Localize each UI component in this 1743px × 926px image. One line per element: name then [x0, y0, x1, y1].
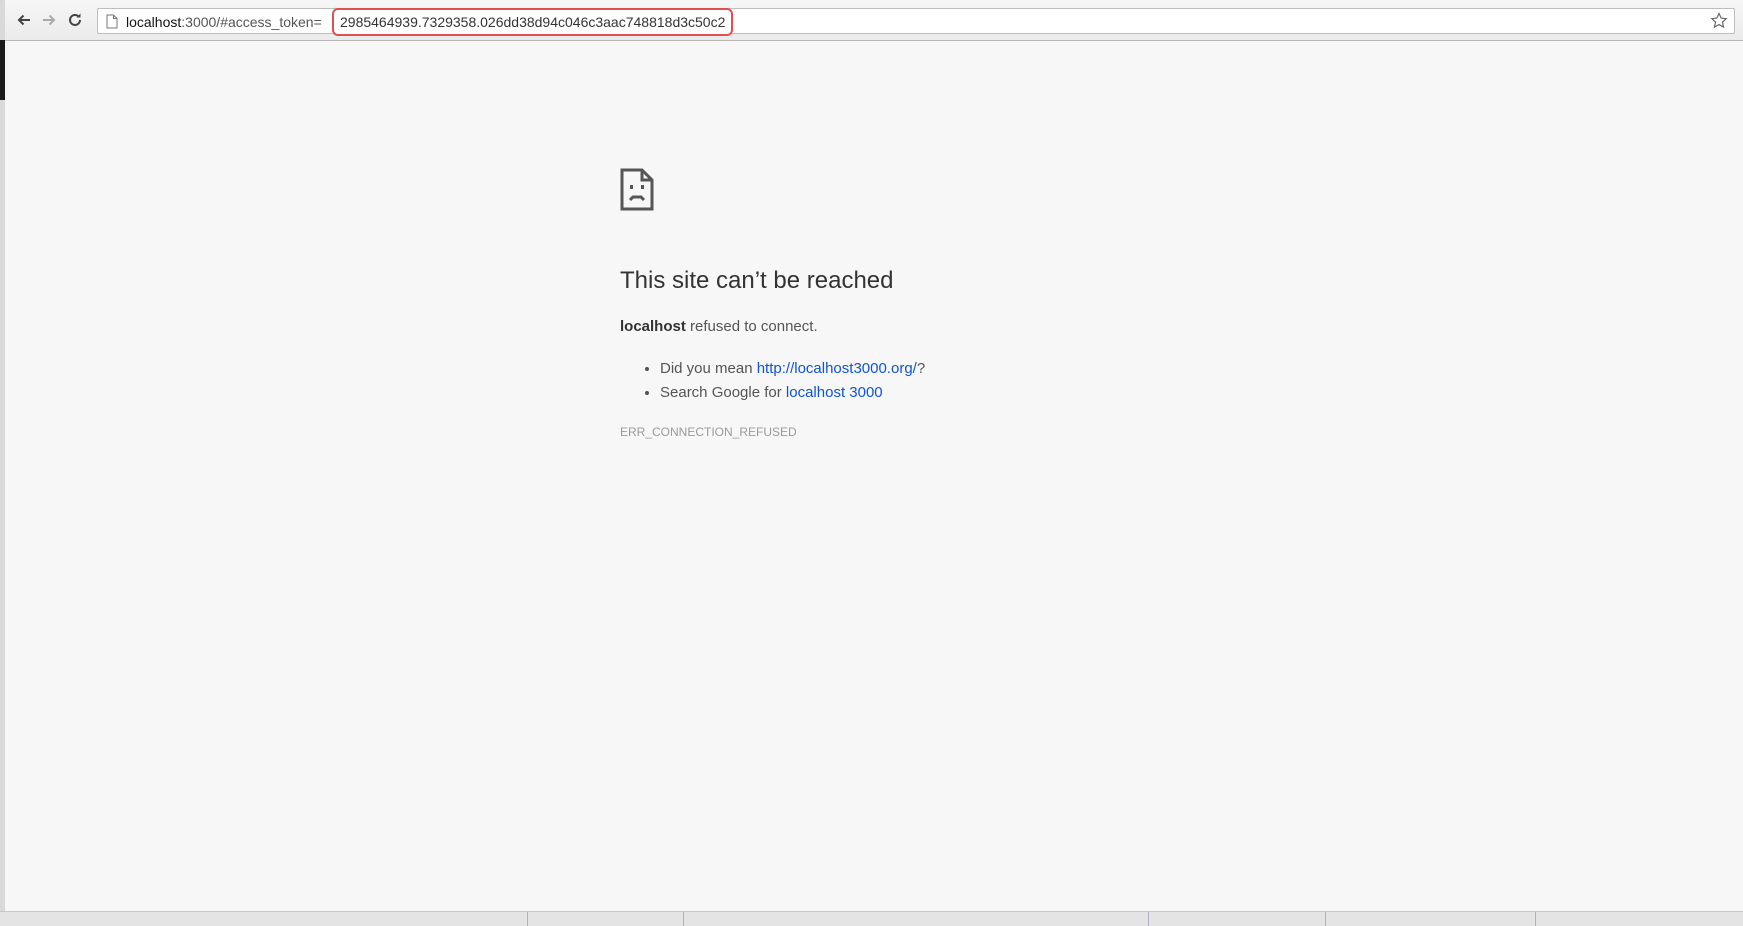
sad-page-icon — [620, 168, 654, 211]
error-content: This site can’t be reached localhost ref… — [620, 168, 1320, 439]
forward-arrow-icon — [43, 14, 56, 26]
background-taskbar — [0, 911, 1743, 926]
suggestions-list: Did you mean http://localhost3000.org/? … — [620, 357, 1320, 405]
reload-button[interactable] — [63, 8, 87, 32]
url-text[interactable]: localhost:3000/#access_token= — [126, 14, 322, 30]
error-title: This site can’t be reached — [620, 267, 894, 294]
error-code: ERR_CONNECTION_REFUSED — [620, 425, 797, 439]
browser-window: localhost:3000/#access_token= 2985464939… — [5, 0, 1743, 911]
forward-button[interactable] — [37, 8, 61, 32]
page-icon — [106, 14, 118, 29]
divider — [527, 912, 528, 926]
error-summary: localhost refused to connect. — [620, 318, 1320, 335]
url-path: :3000/#access_token= — [181, 14, 322, 30]
error-host: localhost — [620, 318, 686, 335]
divider — [1325, 912, 1326, 926]
suggestion-link[interactable]: http://localhost3000.org/ — [757, 360, 917, 377]
address-bar[interactable]: localhost:3000/#access_token= 2985464939… — [97, 8, 1735, 36]
divider — [1535, 912, 1536, 926]
back-arrow-icon — [17, 14, 30, 26]
access-token-highlight[interactable]: 2985464939.7329358.026dd38d94c046c3aac74… — [332, 8, 734, 36]
suggestion-suffix: ? — [916, 360, 926, 377]
background-window-edge — [0, 40, 5, 100]
suggestion-link[interactable]: localhost 3000 — [786, 384, 883, 401]
suggestion-item: Search Google for localhost 3000 — [660, 381, 1320, 405]
error-message: refused to connect. — [685, 318, 818, 335]
back-button[interactable] — [12, 8, 36, 32]
bookmark-star-icon[interactable] — [1710, 12, 1728, 30]
suggestion-prefix: Did you mean — [660, 360, 757, 377]
suggestion-item: Did you mean http://localhost3000.org/? — [660, 357, 1320, 381]
divider — [1148, 912, 1149, 926]
url-host: localhost — [126, 14, 182, 30]
suggestion-prefix: Search Google for — [660, 384, 786, 401]
reload-icon — [69, 13, 81, 26]
browser-toolbar: localhost:3000/#access_token= 2985464939… — [5, 0, 1743, 41]
divider — [683, 912, 684, 926]
